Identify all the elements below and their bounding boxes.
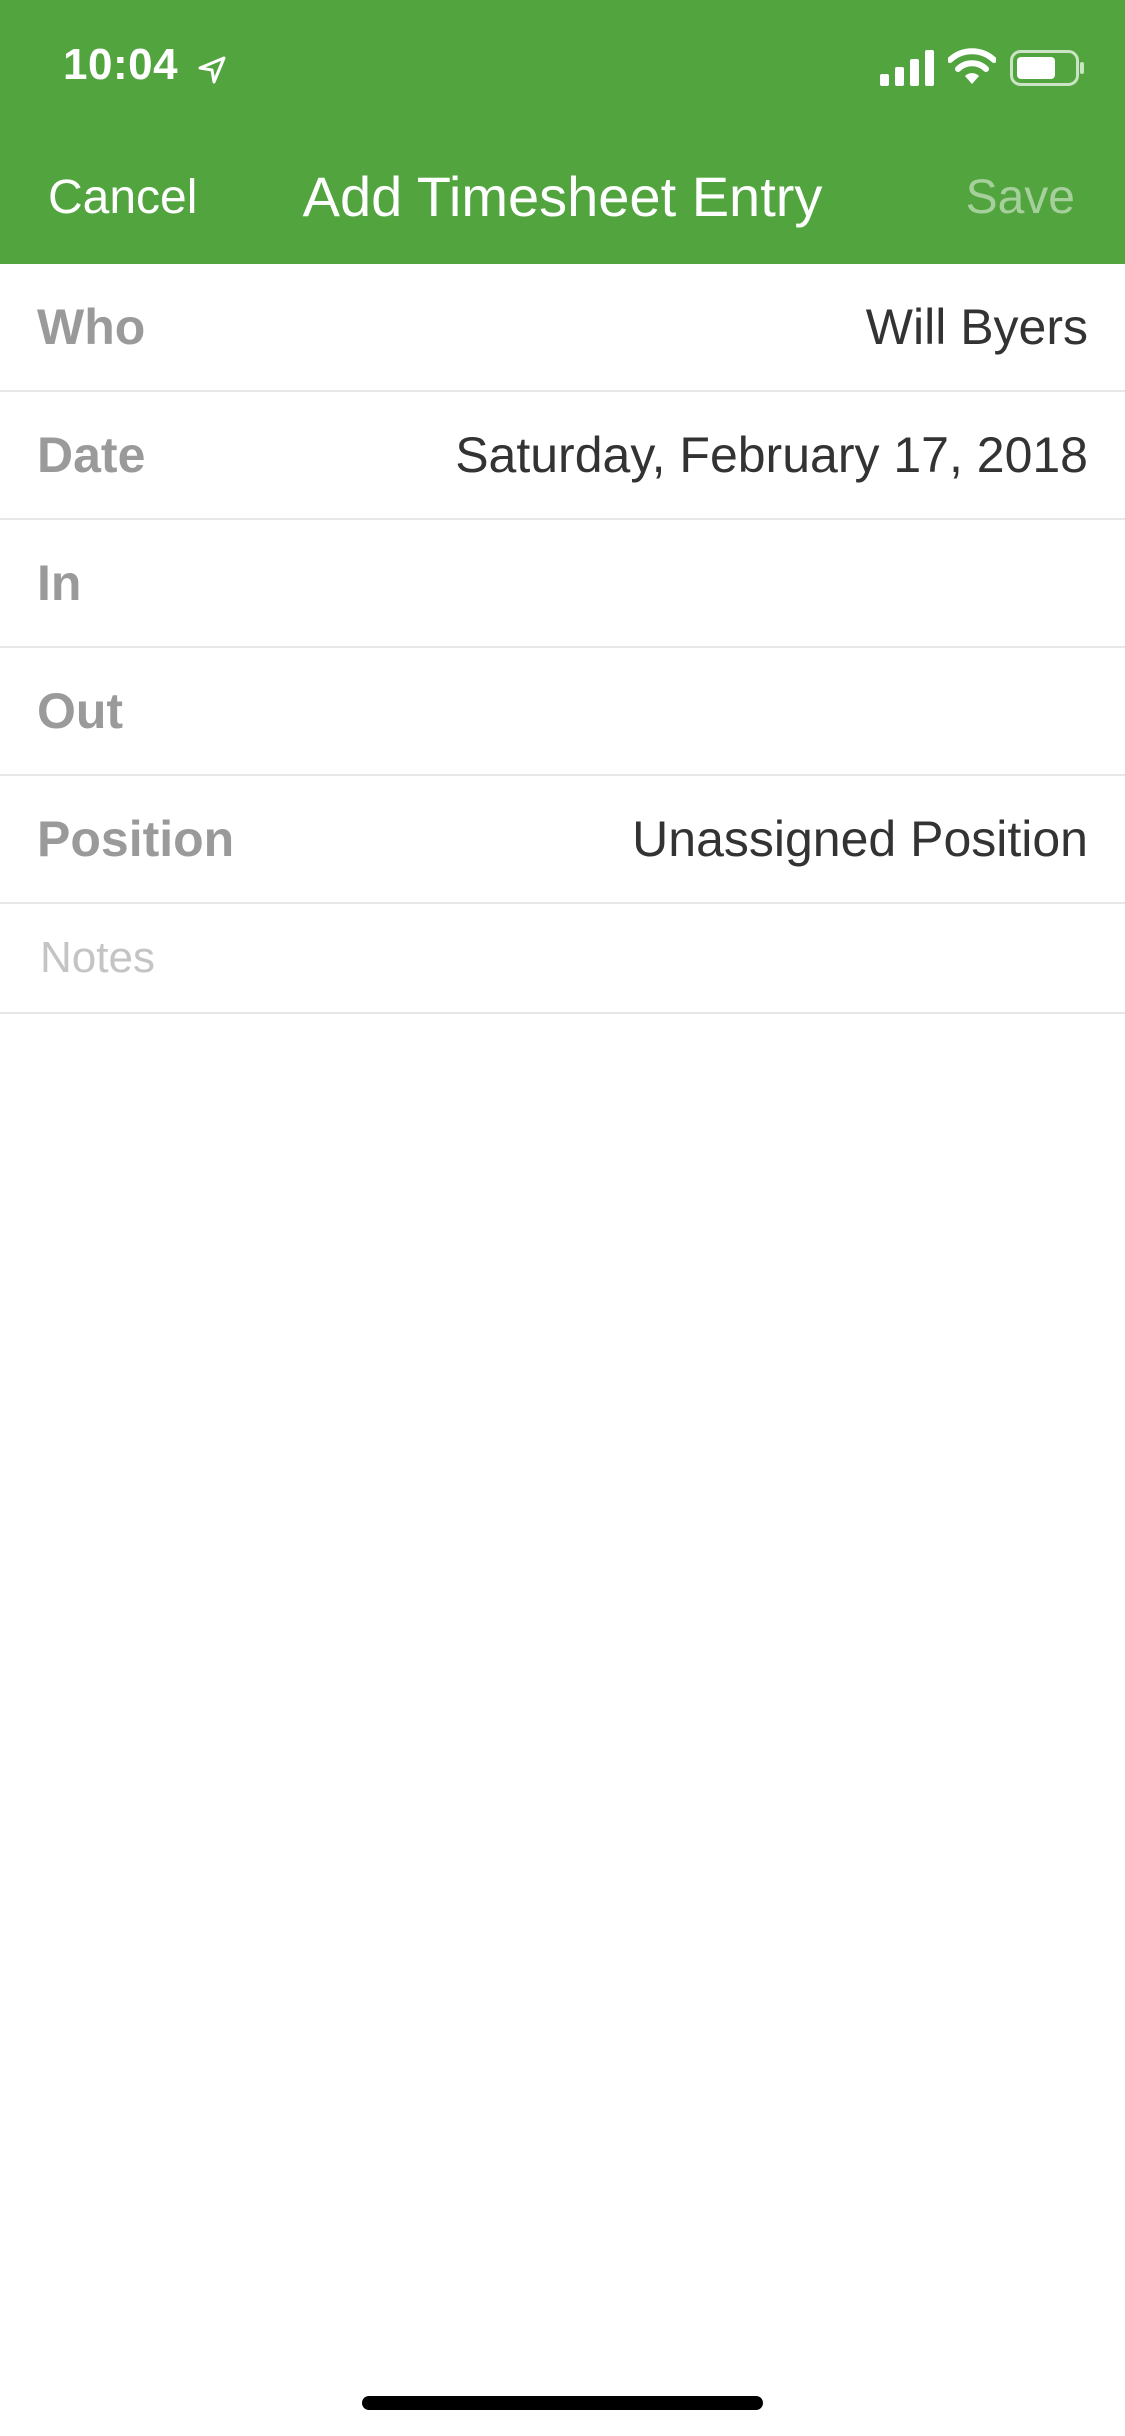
position-value: Unassigned Position [632,811,1088,867]
date-row[interactable]: Date Saturday, February 17, 2018 [0,392,1125,520]
home-indicator[interactable] [362,2396,763,2410]
status-time: 10:04 [63,40,179,89]
notes-row [0,904,1125,1014]
out-label: Out [37,683,124,739]
cancel-button[interactable]: Cancel [48,170,197,225]
who-label: Who [37,299,146,355]
battery-icon [1010,50,1084,86]
out-row[interactable]: Out [0,648,1125,776]
header: 10:04 Cancel Add Timesheet Entry Save [0,0,1125,264]
timesheet-form: Who Will Byers Date Saturday, February 1… [0,264,1125,1014]
save-button[interactable]: Save [966,170,1075,225]
position-row[interactable]: Position Unassigned Position [0,776,1125,904]
notes-input[interactable] [40,933,1085,983]
position-label: Position [37,811,235,867]
signal-icon [880,50,934,86]
location-arrow-icon [198,56,226,84]
who-row[interactable]: Who Will Byers [0,264,1125,392]
date-label: Date [37,427,146,483]
date-value: Saturday, February 17, 2018 [455,427,1088,483]
who-value: Will Byers [865,299,1088,355]
wifi-icon [948,48,996,84]
in-row[interactable]: In [0,520,1125,648]
screen: 10:04 Cancel Add Timesheet Entry Save Wh… [0,0,1125,2436]
in-label: In [37,555,82,611]
